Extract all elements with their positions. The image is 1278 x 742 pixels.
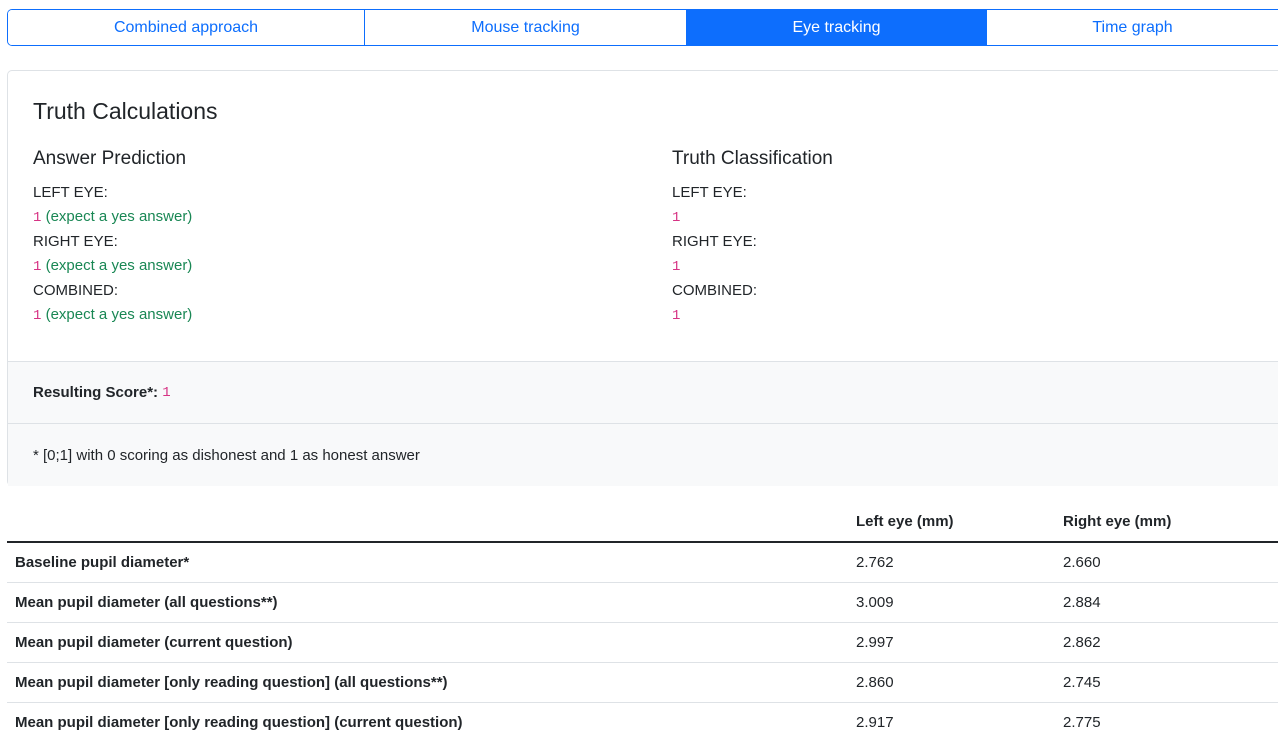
table-row: Baseline pupil diameter* 2.762 2.660 <box>7 542 1278 582</box>
tab-time-graph[interactable]: Time graph <box>987 10 1278 45</box>
table-row: Mean pupil diameter [only reading questi… <box>7 702 1278 742</box>
table-row: Mean pupil diameter (current question) 2… <box>7 622 1278 662</box>
row-left-eye-value: 2.860 <box>856 673 894 691</box>
row-label: Mean pupil diameter (current question) <box>15 633 293 651</box>
classification-combined-label: COMBINED: <box>672 282 758 300</box>
table-header-right-eye: Right eye (mm) <box>1063 513 1172 530</box>
truth-classification-section: Truth Classification LEFT EYE: 1 RIGHT E… <box>672 147 833 329</box>
row-left-eye-value: 3.009 <box>856 593 894 611</box>
row-label: Mean pupil diameter (all questions**) <box>15 593 278 611</box>
table-header-row: Left eye (mm) Right eye (mm) <box>7 502 1278 542</box>
classification-left-eye-value: 1 <box>672 209 681 226</box>
row-label: Mean pupil diameter [only reading questi… <box>15 713 463 731</box>
truth-classification-heading: Truth Classification <box>672 148 833 169</box>
classification-left-eye-label: LEFT EYE: <box>672 184 747 201</box>
tab-combined-approach[interactable]: Combined approach <box>8 10 365 45</box>
prediction-right-eye-note: (expect a yes answer) <box>45 256 193 274</box>
prediction-left-eye-note: (expect a yes answer) <box>45 207 193 225</box>
prediction-combined-row: 1 (expect a yes answer) <box>33 303 192 329</box>
answer-prediction-heading: Answer Prediction <box>33 148 187 169</box>
table-header-metric <box>7 502 848 542</box>
classification-combined-value: 1 <box>672 307 681 324</box>
row-right-eye-value: 2.775 <box>1063 713 1101 731</box>
score-footnote-text: * [0;1] with 0 scoring as dishonest and … <box>33 446 420 464</box>
row-left-eye-value: 2.917 <box>856 713 894 731</box>
truth-calculations-card: Truth Calculations Answer Prediction LEF… <box>7 70 1278 486</box>
prediction-combined-note: (expect a yes answer) <box>45 305 193 323</box>
row-right-eye-value: 2.884 <box>1063 593 1101 611</box>
classification-right-eye-label: RIGHT EYE: <box>672 233 757 251</box>
table-header-left-eye: Left eye (mm) <box>856 513 954 530</box>
row-label: Baseline pupil diameter* <box>15 553 190 571</box>
resulting-score-value: 1 <box>162 384 171 401</box>
prediction-right-eye-row: 1 (expect a yes answer) <box>33 254 192 280</box>
prediction-left-eye-value: 1 <box>33 209 42 226</box>
row-right-eye-value: 2.862 <box>1063 633 1101 651</box>
prediction-combined-label: COMBINED: <box>33 282 119 300</box>
answer-prediction-section: Answer Prediction LEFT EYE: 1 (expect a … <box>33 147 192 329</box>
prediction-left-eye-row: 1 (expect a yes answer) <box>33 205 192 231</box>
resulting-score-footer: Resulting Score*: 1 <box>8 361 1278 423</box>
score-footnote: * [0;1] with 0 scoring as dishonest and … <box>8 423 1278 486</box>
prediction-right-eye-value: 1 <box>33 258 42 275</box>
row-left-eye-value: 2.762 <box>856 553 894 571</box>
resulting-score-label: Resulting Score*: <box>33 384 159 401</box>
prediction-right-eye-label: RIGHT EYE: <box>33 233 118 251</box>
prediction-combined-value: 1 <box>33 307 42 324</box>
classification-right-eye-value: 1 <box>672 258 681 275</box>
card-title: Truth Calculations <box>33 98 218 124</box>
row-right-eye-value: 2.745 <box>1063 673 1101 691</box>
pupil-diameter-table: Left eye (mm) Right eye (mm) Baseline pu… <box>7 502 1278 742</box>
row-right-eye-value: 2.660 <box>1063 553 1101 571</box>
table-row: Mean pupil diameter [only reading questi… <box>7 662 1278 702</box>
tab-mouse-tracking[interactable]: Mouse tracking <box>365 10 687 45</box>
row-label: Mean pupil diameter [only reading questi… <box>15 673 448 691</box>
table-row: Mean pupil diameter (all questions**) 3.… <box>7 582 1278 622</box>
prediction-left-eye-label: LEFT EYE: <box>33 184 108 201</box>
tab-bar: Combined approach Mouse tracking Eye tra… <box>7 9 1278 46</box>
tab-eye-tracking[interactable]: Eye tracking <box>687 10 987 45</box>
row-left-eye-value: 2.997 <box>856 633 894 651</box>
